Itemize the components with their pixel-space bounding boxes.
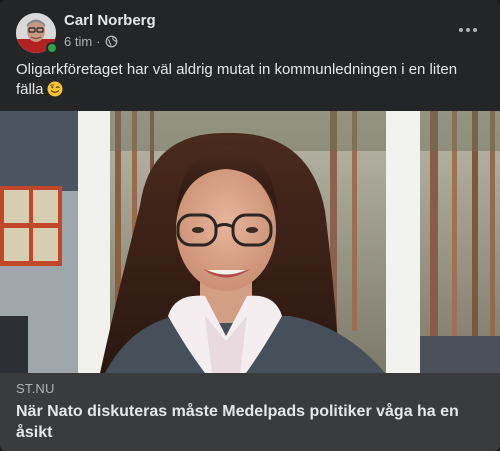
more-dot-icon: [466, 28, 470, 32]
more-dot-icon: [459, 28, 463, 32]
link-title[interactable]: När Nato diskuteras måste Medelpads poli…: [16, 401, 484, 443]
globe-icon[interactable]: [105, 35, 118, 48]
post-header: Carl Norberg 6 tim ·: [0, 0, 500, 58]
post-text: Oligarkföretaget har väl aldrig mutat in…: [16, 60, 484, 100]
author-avatar[interactable]: [16, 13, 58, 54]
more-options-button[interactable]: [454, 20, 482, 40]
meta-separator: ·: [96, 34, 101, 49]
winking-face-emoji-icon: [47, 81, 63, 97]
portrait-photo: [0, 111, 500, 373]
author-name[interactable]: Carl Norberg: [64, 12, 156, 29]
post-card: Carl Norberg 6 tim · Oligarkföretaget ha…: [0, 0, 500, 451]
link-preview-footer[interactable]: ST.NU När Nato diskuteras måste Medelpad…: [0, 373, 500, 451]
link-domain: ST.NU: [16, 381, 55, 396]
post-meta: 6 tim ·: [64, 34, 118, 49]
online-status-dot: [46, 42, 58, 54]
post-text-content: Oligarkföretaget har väl aldrig mutat in…: [16, 61, 458, 98]
more-dot-icon: [473, 28, 477, 32]
post-timestamp[interactable]: 6 tim: [64, 34, 92, 49]
link-preview-image[interactable]: [0, 111, 500, 373]
